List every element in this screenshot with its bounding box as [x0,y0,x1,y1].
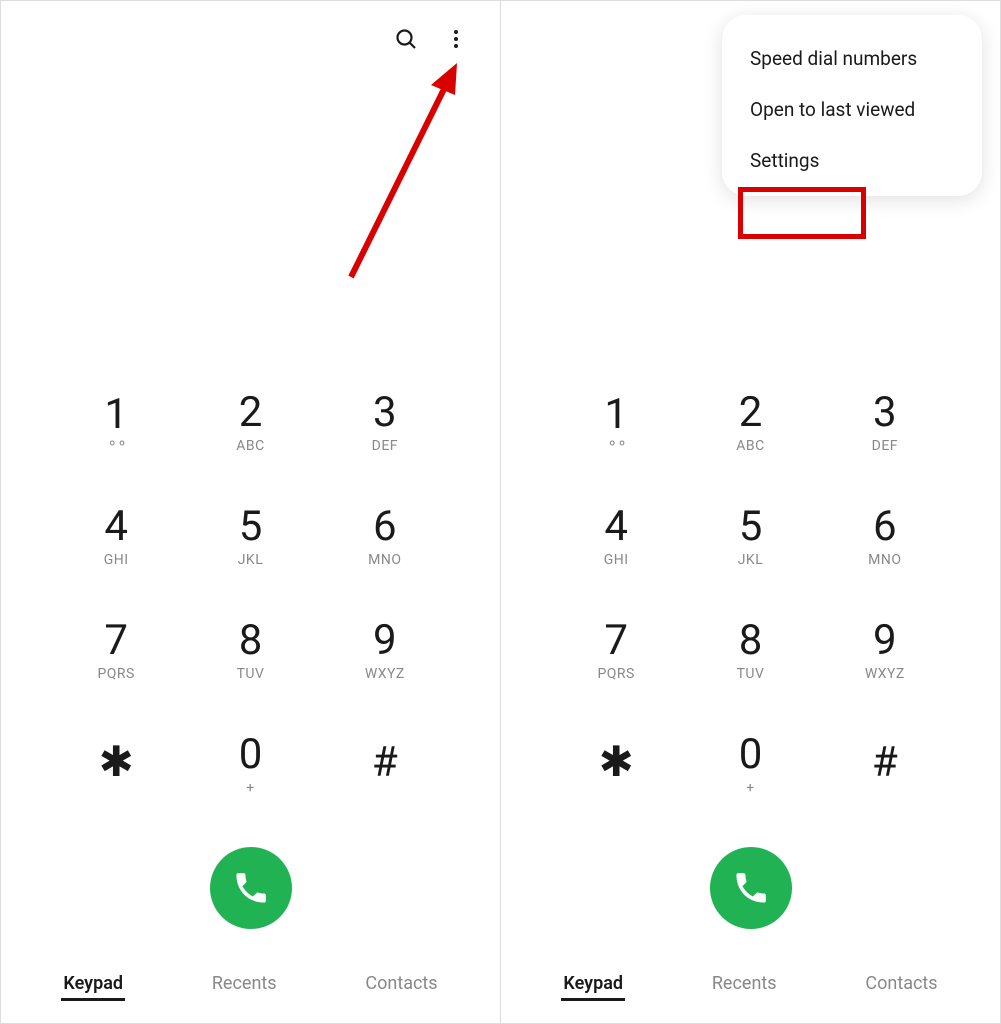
toolbar [1,1,500,77]
dialer-keypad: 1⚬⚬ 2ABC 3DEF 4GHI 5JKL 6MNO 7PQRS 8TUV … [501,385,1000,823]
tab-recents[interactable]: Recents [210,969,279,1001]
key-hash[interactable]: # [318,727,452,803]
key-8[interactable]: 8TUV [683,613,817,689]
screenshot-container: 1⚬⚬ 2ABC 3DEF 4GHI 5JKL 6MNO 7PQRS 8TUV … [0,0,1001,1024]
key-7[interactable]: 7PQRS [549,613,683,689]
call-button-row [501,823,1000,957]
key-1[interactable]: 1⚬⚬ [49,385,183,461]
call-button[interactable] [710,847,792,929]
more-icon [446,29,466,49]
key-9[interactable]: 9WXYZ [318,613,452,689]
key-0[interactable]: 0+ [683,727,817,803]
tab-keypad[interactable]: Keypad [61,969,125,1001]
bottom-tabs: Keypad Recents Contacts [1,957,500,1023]
phone-panel-left: 1⚬⚬ 2ABC 3DEF 4GHI 5JKL 6MNO 7PQRS 8TUV … [1,1,501,1023]
tab-contacts[interactable]: Contacts [363,969,439,1001]
call-button[interactable] [210,847,292,929]
key-5[interactable]: 5JKL [683,499,817,575]
dialer-keypad: 1⚬⚬ 2ABC 3DEF 4GHI 5JKL 6MNO 7PQRS 8TUV … [1,385,500,823]
menu-speed-dial[interactable]: Speed dial numbers [722,33,982,84]
menu-open-last-viewed[interactable]: Open to last viewed [722,84,982,135]
key-2[interactable]: 2ABC [683,385,817,461]
menu-settings[interactable]: Settings [722,135,982,186]
key-7[interactable]: 7PQRS [49,613,183,689]
key-star[interactable]: ✱ [49,727,183,803]
call-button-row [1,823,500,957]
key-6[interactable]: 6MNO [318,499,452,575]
bottom-tabs: Keypad Recents Contacts [501,957,1000,1023]
tab-contacts[interactable]: Contacts [863,969,939,1001]
phone-icon [232,869,270,907]
voicemail-icon: ⚬⚬ [606,436,625,452]
key-3[interactable]: 3DEF [318,385,452,461]
voicemail-icon: ⚬⚬ [106,436,125,452]
tab-keypad[interactable]: Keypad [561,969,625,1001]
key-4[interactable]: 4GHI [49,499,183,575]
key-4[interactable]: 4GHI [549,499,683,575]
key-0[interactable]: 0+ [183,727,317,803]
tab-recents[interactable]: Recents [710,969,779,1001]
key-6[interactable]: 6MNO [818,499,952,575]
key-1[interactable]: 1⚬⚬ [549,385,683,461]
key-3[interactable]: 3DEF [818,385,952,461]
key-hash[interactable]: # [818,727,952,803]
key-9[interactable]: 9WXYZ [818,613,952,689]
phone-panel-right: Speed dial numbers Open to last viewed S… [501,1,1000,1023]
overflow-menu: Speed dial numbers Open to last viewed S… [722,15,982,196]
more-button[interactable] [440,23,472,55]
phone-icon [732,869,770,907]
key-8[interactable]: 8TUV [183,613,317,689]
key-star[interactable]: ✱ [549,727,683,803]
spacer [1,77,500,385]
key-2[interactable]: 2ABC [183,385,317,461]
search-button[interactable] [390,23,422,55]
key-5[interactable]: 5JKL [183,499,317,575]
search-icon [394,27,418,51]
